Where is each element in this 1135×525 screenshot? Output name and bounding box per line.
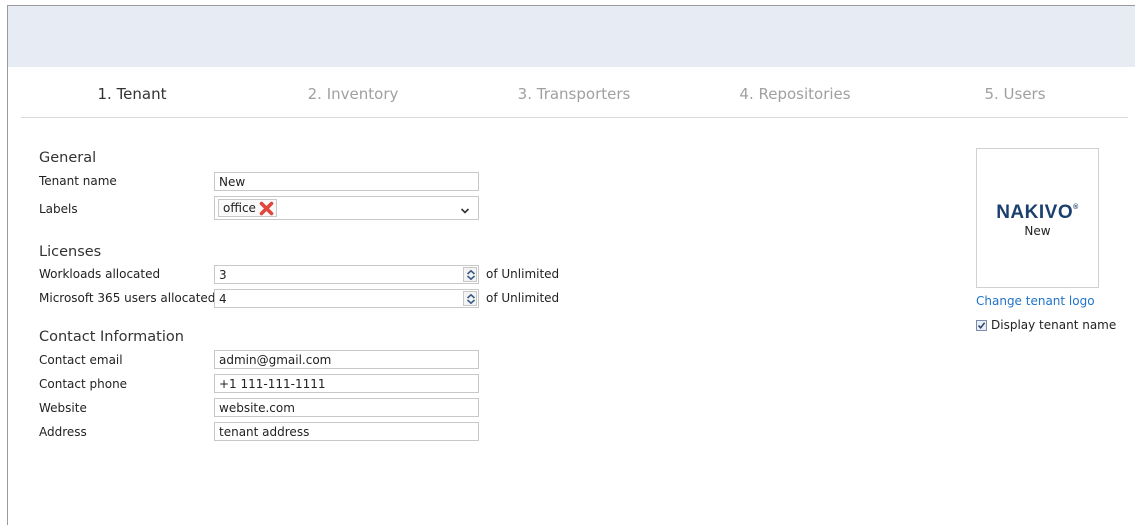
logo-tenant-name: New [1024, 224, 1051, 238]
spinner-arrows-icon [466, 269, 476, 281]
logo-registered-mark: ® [1073, 204, 1079, 211]
workloads-allocated-input[interactable] [214, 265, 479, 284]
tenant-name-label: Tenant name [39, 174, 117, 188]
tenant-name-input[interactable] [214, 172, 479, 191]
contact-section-title: Contact Information [39, 329, 184, 345]
licenses-section-title: Licenses [39, 244, 102, 260]
step-users[interactable]: 5. Users [984, 85, 1045, 103]
display-tenant-name-checkbox[interactable] [976, 319, 987, 331]
nakivo-logo: NAKIVO® [977, 202, 1098, 224]
workloads-spinner[interactable] [463, 267, 477, 282]
workloads-allocated-label: Workloads allocated [39, 267, 161, 281]
label-chip-text: office [223, 201, 256, 215]
labels-label: Labels [39, 202, 78, 216]
chevron-down-icon[interactable] [460, 204, 470, 214]
address-label: Address [39, 425, 87, 439]
m365-users-allocated-input[interactable] [214, 289, 479, 308]
tenant-logo-preview: NAKIVO® New [976, 148, 1099, 288]
contact-email-input[interactable] [214, 350, 479, 369]
spinner-arrows-icon [466, 293, 476, 305]
contact-phone-input[interactable] [214, 374, 479, 393]
m365-users-limit-text: of Unlimited [486, 291, 560, 305]
top-bar [8, 6, 1135, 67]
step-inventory[interactable]: 2. Inventory [308, 85, 399, 103]
m365-users-spinner[interactable] [463, 291, 477, 306]
change-tenant-logo-link[interactable]: Change tenant logo [976, 294, 1095, 308]
labels-select[interactable]: office [214, 196, 479, 220]
general-section-title: General [39, 150, 97, 166]
checkmark-icon [977, 321, 986, 329]
display-tenant-name-label: Display tenant name [991, 318, 1117, 332]
workloads-limit-text: of Unlimited [486, 267, 560, 281]
contact-phone-label: Contact phone [39, 377, 128, 391]
wizard-steps: 1. Tenant 2. Inventory 3. Transporters 4… [21, 80, 1128, 118]
m365-users-allocated-label: Microsoft 365 users allocated [39, 291, 216, 305]
website-label: Website [39, 401, 87, 415]
step-tenant[interactable]: 1. Tenant [97, 85, 166, 103]
label-chip-office: office [218, 199, 277, 217]
logo-brand-text: NAKIVO [996, 202, 1074, 223]
step-repositories[interactable]: 4. Repositories [739, 85, 850, 103]
display-tenant-name-row[interactable]: Display tenant name [976, 318, 1116, 332]
step-transporters[interactable]: 3. Transporters [518, 85, 631, 103]
website-input[interactable] [214, 398, 479, 417]
address-input[interactable] [214, 422, 479, 441]
remove-label-icon[interactable] [259, 201, 274, 216]
contact-email-label: Contact email [39, 353, 123, 367]
